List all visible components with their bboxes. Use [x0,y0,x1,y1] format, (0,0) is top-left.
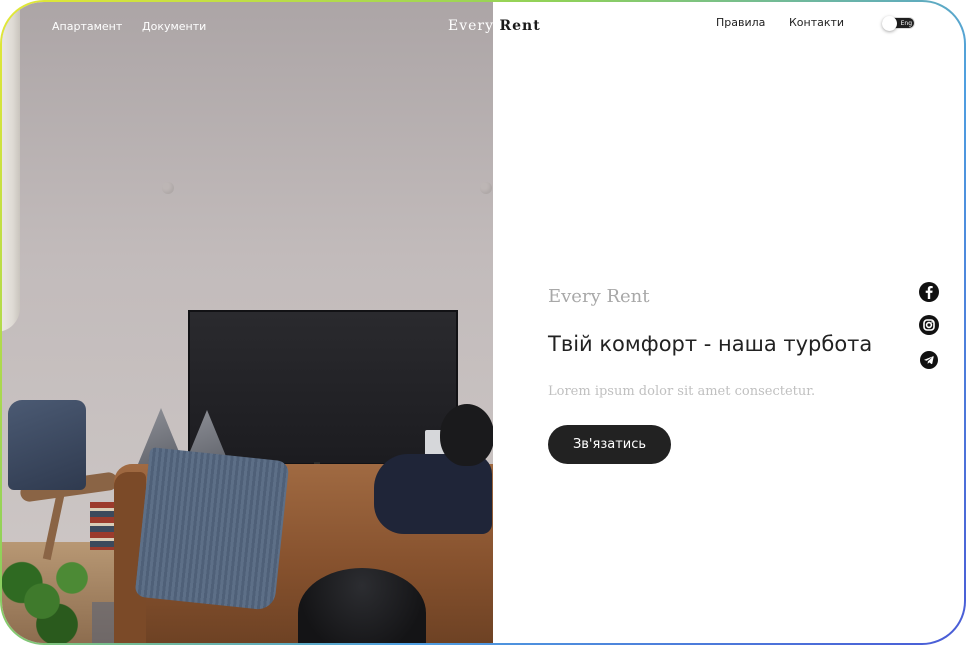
photo-curtain [2,2,20,332]
language-toggle[interactable]: Eng [882,16,915,31]
hero-photo [2,2,493,643]
nav-link-rules[interactable]: Правила [716,16,765,29]
hero-headline: Твій комфорт - наша турбота [548,332,873,356]
photo-person-head [440,404,493,466]
logo-part-left: Every [448,18,500,34]
site-logo[interactable]: Every Rent [448,18,541,34]
nav-link-documents[interactable]: Документи [142,20,206,33]
photo-armchair [8,400,86,490]
photo-blanket [134,447,290,611]
logo-part-right: Rent [499,18,541,34]
nav-link-apartment[interactable]: Апартамент [52,20,122,33]
photo-person [374,454,492,534]
language-toggle-label: Eng [900,20,912,27]
photo-plant [2,550,102,643]
telegram-icon[interactable] [918,349,940,371]
app-frame: Апартамент Документи Every Rent Правила … [0,0,966,645]
contact-button[interactable]: Зв'язатись [548,425,671,464]
photo-wall-detail [162,182,174,194]
hero-brand: Every Rent [548,286,650,307]
photo-wall-detail [480,182,492,194]
nav-link-contacts[interactable]: Контакти [789,16,844,29]
photo-books [90,502,116,550]
hero-lead: Lorem ipsum dolor sit amet consectetur. [548,384,816,399]
instagram-icon[interactable] [918,314,940,336]
language-toggle-knob [882,16,897,31]
facebook-icon[interactable] [918,281,940,303]
photo-tv [188,310,458,465]
